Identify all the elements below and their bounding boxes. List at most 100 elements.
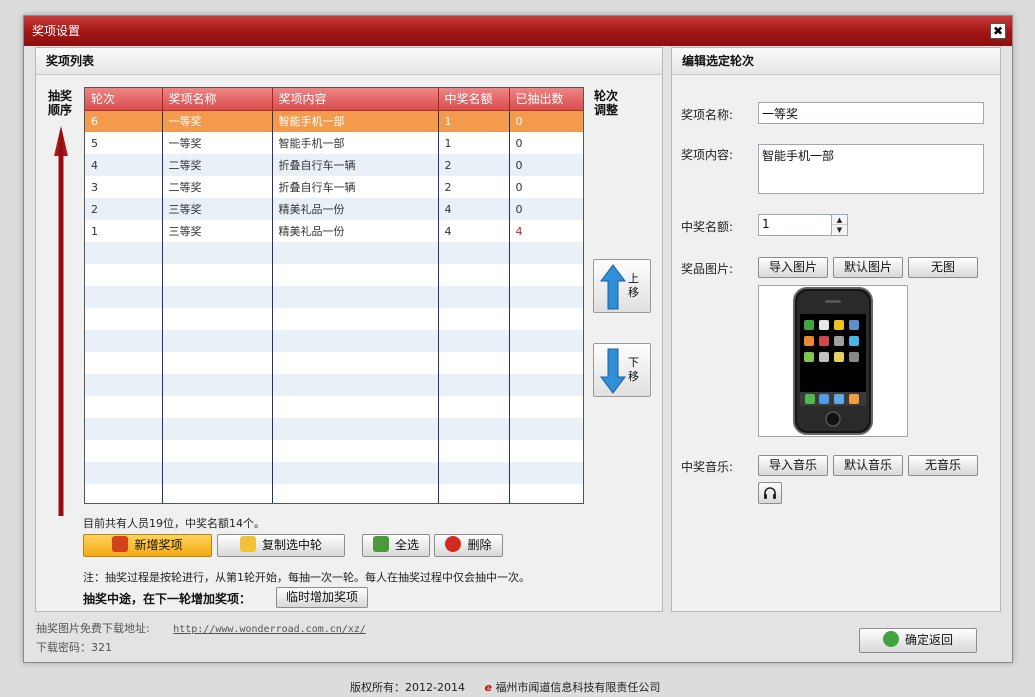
empty-cell [438, 418, 510, 440]
confirm-return-button[interactable]: 确定返回 [859, 628, 977, 653]
empty-cell [438, 352, 510, 374]
table-cell: 0 [509, 198, 583, 220]
status-summary: 目前共有人员19位，中奖名额14个。 [83, 517, 265, 530]
table-cell: 4 [438, 220, 510, 242]
column-header[interactable]: 奖项内容 [272, 88, 439, 111]
empty-cell [85, 352, 163, 374]
delete-button[interactable]: 删除 [434, 534, 503, 557]
table-row[interactable]: 5 一等奖 智能手机一部 1 0 [85, 132, 583, 154]
empty-cell [272, 242, 439, 264]
rule-note: 注：抽奖过程是按轮进行，从第1轮开始，每抽一次一轮。每人在抽奖过程中仅会抽中一次… [83, 571, 530, 584]
empty-cell [509, 440, 583, 462]
empty-row [85, 308, 583, 330]
empty-cell [509, 374, 583, 396]
empty-row [85, 484, 583, 503]
table-cell: 精美礼品一份 [272, 220, 439, 242]
midway-add-label: 抽奖中途，在下一轮增加奖项： [83, 592, 252, 606]
empty-row [85, 242, 583, 264]
preview-music-button[interactable] [758, 482, 782, 504]
refresh-icon [882, 631, 899, 647]
table-cell: 折叠自行车一辆 [272, 154, 439, 176]
empty-cell [85, 308, 163, 330]
empty-cell [272, 396, 439, 418]
quota-stepper[interactable]: ▲ ▼ [831, 214, 848, 236]
empty-cell [85, 264, 163, 286]
empty-cell [162, 374, 273, 396]
prize-table: 轮次 奖项名称 奖项内容 中奖名额 已抽出数 6 一等奖 智能手机一部 1 0 5 一等奖智… [84, 87, 584, 504]
temp-add-prize-button[interactable]: 临时增加奖项 [276, 587, 368, 608]
company-logo-icon: e [484, 681, 492, 694]
empty-cell [509, 330, 583, 352]
empty-cell [438, 374, 510, 396]
download-link[interactable]: http://www.wonderroad.com.cn/xz/ [173, 624, 366, 635]
prize-image-preview [758, 285, 908, 437]
empty-row [85, 418, 583, 440]
table-header-row: 轮次 奖项名称 奖项内容 中奖名额 已抽出数 [85, 88, 583, 111]
select-all-label: 全选 [394, 538, 419, 552]
edit-round-title: 编辑选定轮次 [672, 48, 1000, 75]
empty-row [85, 374, 583, 396]
headphones-icon [764, 487, 776, 499]
table-cell: 0 [509, 176, 583, 198]
empty-cell [438, 308, 510, 330]
empty-cell [509, 264, 583, 286]
empty-cell [272, 308, 439, 330]
table-cell: 4 [85, 154, 163, 176]
table-row[interactable]: 2 三等奖 精美礼品一份 4 0 [85, 198, 583, 220]
prize-name-input[interactable]: 一等奖 [758, 102, 984, 124]
quota-input[interactable]: 1 [758, 214, 832, 236]
draw-order-arrow-icon [54, 126, 68, 516]
empty-row [85, 462, 583, 484]
download-password: 下载密码：321 [36, 641, 112, 654]
copyright-bar: 版权所有：2012-2014 e 福州市闻道信息科技有限责任公司 [350, 679, 660, 695]
select-all-button[interactable]: 全选 [362, 534, 430, 557]
copy-round-button[interactable]: 复制选中轮 [217, 534, 345, 557]
empty-cell [438, 264, 510, 286]
table-row[interactable]: 1 三等奖 精美礼品一份 4 4 [85, 220, 583, 242]
move-up-button[interactable]: 上移 [593, 259, 651, 313]
table-cell: 6 [85, 110, 163, 132]
copy-icon [239, 536, 256, 552]
table-row[interactable]: 4 二等奖 折叠自行车一辆 2 0 [85, 154, 583, 176]
column-header[interactable]: 中奖名额 [438, 88, 510, 111]
close-button[interactable]: ✖ [990, 23, 1006, 39]
edit-round-panel: 编辑选定轮次 奖项名称: 一等奖 奖项内容: 智能手机一部 中奖名额: 1 ▲ … [671, 47, 1001, 612]
add-prize-button[interactable]: 新增奖项 [83, 534, 212, 557]
default-music-button[interactable]: 默认音乐 [833, 455, 903, 476]
empty-cell [162, 462, 273, 484]
table-cell: 1 [85, 220, 163, 242]
no-image-button[interactable]: 无图 [908, 257, 978, 278]
prize-content-textarea[interactable]: 智能手机一部 [758, 144, 984, 194]
empty-cell [162, 440, 273, 462]
quota-label: 中奖名额: [681, 220, 734, 234]
import-music-button[interactable]: 导入音乐 [758, 455, 828, 476]
column-header[interactable]: 轮次 [85, 88, 163, 111]
empty-cell [85, 396, 163, 418]
add-prize-label: 新增奖项 [134, 538, 183, 552]
gift-icon [112, 536, 129, 552]
table-row[interactable]: 3 二等奖 折叠自行车一辆 2 0 [85, 176, 583, 198]
stepper-down-icon[interactable]: ▼ [832, 225, 847, 235]
column-header[interactable]: 奖项名称 [162, 88, 273, 111]
prize-settings-dialog: 奖项设置 ✖ 奖项列表 抽奖顺序 轮次 奖项名称 奖项内容 中奖名额 已抽出数 … [23, 15, 1013, 663]
empty-cell [85, 286, 163, 308]
move-down-button[interactable]: 下移 [593, 343, 651, 397]
no-music-button[interactable]: 无音乐 [908, 455, 978, 476]
column-header[interactable]: 已抽出数 [509, 88, 583, 111]
empty-cell [272, 286, 439, 308]
empty-cell [272, 462, 439, 484]
table-row[interactable]: 6 一等奖 智能手机一部 1 0 [85, 110, 583, 132]
import-image-button[interactable]: 导入图片 [758, 257, 828, 278]
table-cell: 一等奖 [162, 110, 273, 132]
round-adjust-label: 轮次调整 [594, 89, 619, 117]
empty-cell [85, 418, 163, 440]
stepper-up-icon[interactable]: ▲ [832, 215, 847, 225]
empty-cell [162, 484, 273, 503]
delete-label: 删除 [467, 538, 492, 552]
empty-cell [509, 418, 583, 440]
empty-cell [272, 330, 439, 352]
empty-cell [162, 308, 273, 330]
default-image-button[interactable]: 默认图片 [833, 257, 903, 278]
table-cell: 2 [438, 176, 510, 198]
empty-cell [162, 352, 273, 374]
